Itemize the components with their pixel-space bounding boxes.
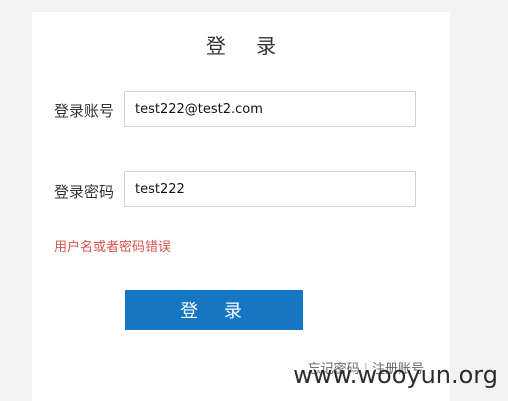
account-input[interactable] [124, 91, 416, 127]
login-button[interactable]: 登 录 [125, 290, 303, 330]
login-panel: 登 录 登录账号 登录密码 用户名或者密码错误 登 录 忘记密码|注册账号 [32, 12, 450, 401]
password-input[interactable] [124, 171, 416, 207]
watermark: www.wooyun.org [293, 361, 498, 389]
password-label: 登录密码 [54, 183, 115, 201]
error-message: 用户名或者密码错误 [54, 240, 172, 255]
page-title: 登 录 [205, 34, 289, 58]
account-label: 登录账号 [54, 102, 115, 120]
